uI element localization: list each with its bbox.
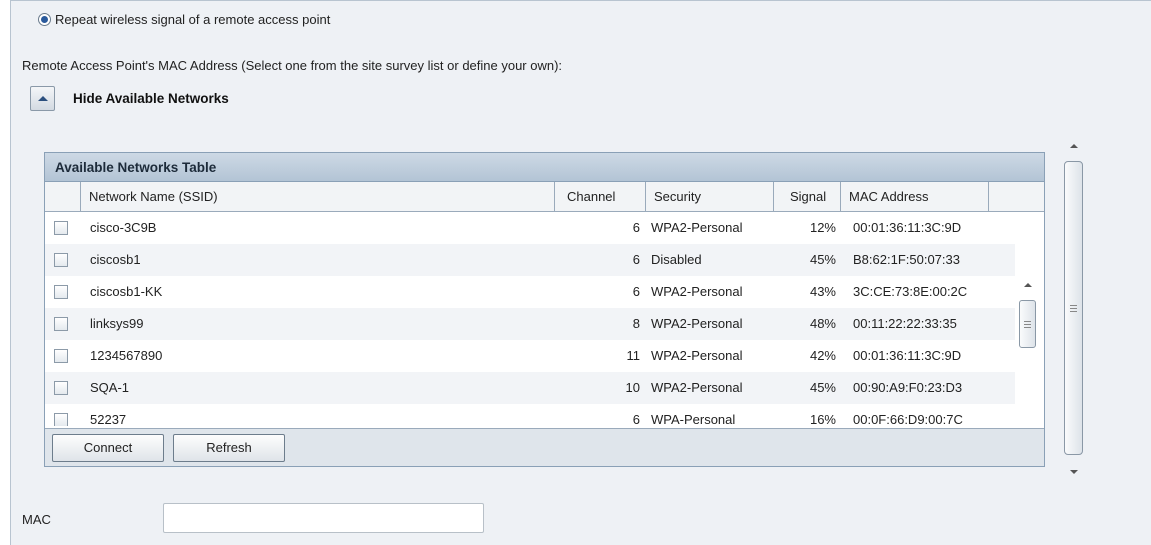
cell-ssid: SQA-1 [90,380,130,395]
header-select-column [45,182,81,211]
header-channel[interactable]: Channel [555,182,646,211]
repeat-mode-label: Repeat wireless signal of a remote acces… [55,12,331,27]
refresh-button[interactable]: Refresh [173,434,285,462]
table-row[interactable]: 52237 6 WPA-Personal 16% 00:0F:66:D9:00:7C [45,404,1015,426]
mac-field-label: MAC [22,512,51,527]
header-ssid[interactable]: Network Name (SSID) [81,182,555,211]
cell-ssid: ciscosb1 [90,252,141,267]
table-body: 52237 6 WPA-Personal 16% 00:0F:66:D9:00:7C SQ… [45,212,1044,426]
cell-signal: 43% [809,284,836,299]
table-row[interactable]: SQA-1 10 WPA2-Personal 45% 00:90:A9:F0:23:D3 [45,372,1015,404]
row-checkbox[interactable] [54,381,68,395]
table-footer: Connect Refresh [45,428,1044,466]
table-title: Available Networks Table [45,153,1044,182]
table-header: Network Name (SSID) Channel Security Sig… [45,182,1044,212]
header-security[interactable]: Security [646,182,774,211]
cell-mac: 00:11:22:22:33:35 [853,316,957,331]
page-scroll-up-icon[interactable] [1062,137,1086,155]
cell-mac: B8:62:1F:50:07:33 [853,252,960,267]
cell-signal: 45% [809,252,836,267]
cell-channel: 8 [632,316,640,331]
radio-selected-dot [41,16,48,23]
cell-channel: 6 [632,412,640,426]
row-checkbox[interactable] [54,413,68,426]
connect-button[interactable]: Connect [52,434,164,462]
cell-security: WPA2-Personal [651,220,743,235]
cell-signal: 45% [809,380,836,395]
hide-networks-toggle[interactable]: Hide Available Networks [30,86,229,111]
table-row[interactable]: ciscosb1-KK 6 WPA2-Personal 43% 3C:CE:73:8E:… [45,276,1015,308]
cell-security: WPA2-Personal [651,380,743,395]
cell-security: WPA2-Personal [651,348,743,363]
cell-signal: 48% [809,316,836,331]
row-checkbox[interactable] [54,285,68,299]
cell-security: WPA2-Personal [651,284,743,299]
cell-security: Disabled [651,252,702,267]
scroll-up-icon[interactable] [1016,276,1040,294]
header-mac[interactable]: MAC Address [841,182,989,211]
table-scrollbar[interactable] [1016,273,1040,426]
table-row[interactable]: linksys99 8 WPA2-Personal 48% 00:11:22:22:33… [45,308,1015,340]
cell-ssid: ciscosb1-KK [90,284,163,299]
cell-channel: 6 [632,252,640,267]
table-row[interactable]: 1234567890 11 WPA2-Personal 42% 00:01:36:11:… [45,340,1015,372]
cell-mac: 3C:CE:73:8E:00:2C [853,284,968,299]
cell-mac: 00:90:A9:F0:23:D3 [853,380,963,395]
cell-channel: 6 [632,284,640,299]
header-spacer [989,182,1015,211]
cell-mac: 00:0F:66:D9:00:7C [853,412,963,426]
page-scroll-thumb[interactable] [1064,161,1083,455]
row-checkbox[interactable] [54,317,68,331]
row-checkbox[interactable] [54,349,68,363]
cell-ssid: 52237 [90,412,127,426]
cell-mac: 00:01:36:11:3C:9D [853,220,962,235]
collapse-up-icon[interactable] [30,86,55,111]
repeat-mode-radio[interactable] [38,13,51,26]
cell-channel: 11 [626,348,641,363]
mac-field[interactable] [163,503,484,533]
cell-signal: 42% [809,348,836,363]
cell-security: WPA2-Personal [651,316,743,331]
cell-ssid: linksys99 [90,316,144,331]
row-checkbox[interactable] [54,253,68,267]
cell-ssid: cisco-3C9B [90,220,157,235]
cell-security: WPA-Personal [651,412,736,426]
page-scrollbar[interactable] [1062,137,1084,483]
hide-networks-label[interactable]: Hide Available Networks [73,91,229,106]
cell-channel: 6 [632,220,640,235]
cell-mac: 00:01:36:11:3C:9D [853,348,962,363]
table-scroll-thumb[interactable] [1019,300,1036,348]
table-row[interactable]: cisco-3C9B 6 WPA2-Personal 12% 00:01:36:11:3… [45,212,1015,244]
mac-address-caption: Remote Access Point's MAC Address (Selec… [22,58,563,73]
table-row[interactable]: ciscosb1 6 Disabled 45% B8:62:1F:50:07:33 [45,244,1015,276]
repeat-mode-option[interactable]: Repeat wireless signal of a remote acces… [38,12,330,27]
page-scroll-down-icon[interactable] [1062,463,1086,481]
cell-signal: 16% [809,412,836,426]
row-checkbox[interactable] [54,221,68,235]
cell-ssid: 1234567890 [90,348,163,363]
cell-channel: 10 [625,380,640,395]
cell-signal: 12% [809,220,836,235]
available-networks-table: Available Networks Table Network Name (S… [44,152,1045,467]
header-signal[interactable]: Signal [774,182,841,211]
